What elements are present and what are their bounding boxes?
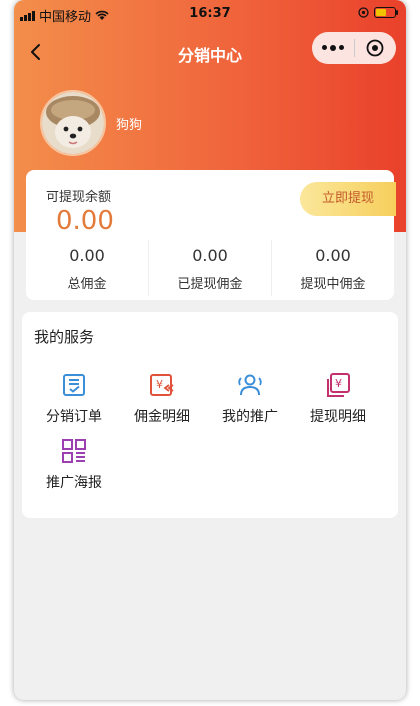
nav-bar: 分销中心 [14, 28, 406, 78]
target-close-icon [366, 39, 384, 57]
puppy-avatar-image [42, 92, 104, 154]
stat-value: 0.00 [192, 246, 228, 265]
balance-amount: 0.00 [56, 206, 114, 236]
services-grid: 分销订单 ¥ 佣金明细 我的推广 ¥ 提现明细 推广海报 [22, 368, 398, 500]
stat-value: 0.00 [69, 246, 105, 265]
withdraw-button[interactable]: 立即提现 [300, 182, 396, 216]
status-bar: 中国移动 16:37 [14, 0, 406, 26]
battery-icon [374, 7, 398, 18]
services-card: 我的服务 分销订单 ¥ 佣金明细 我的推广 ¥ 提现明细 推广海报 [22, 312, 398, 518]
phone-screen: 中国移动 16:37 分销中心 狗狗 可提现余额 0.00 立即提现 0.00 … [14, 0, 406, 700]
balance-card: 可提现余额 0.00 立即提现 0.00 总佣金 0.00 已提现佣金 0.00… [26, 170, 396, 300]
service-label: 佣金明细 [134, 409, 190, 425]
avatar[interactable] [40, 90, 106, 156]
svg-text:¥: ¥ [156, 378, 163, 391]
location-lock-icon [358, 7, 369, 18]
more-button[interactable] [312, 32, 354, 64]
balance-label: 可提现余额 [46, 190, 112, 205]
username: 狗狗 [116, 118, 143, 133]
withdraw-record-icon: ¥ [327, 373, 350, 397]
order-list-icon [63, 374, 85, 396]
stat-label: 总佣金 [67, 277, 107, 292]
users-icon [238, 374, 262, 396]
more-dots-icon [321, 45, 344, 51]
svg-text:¥: ¥ [335, 377, 342, 390]
service-withdrawal-details[interactable]: ¥ 提现明细 [294, 368, 382, 434]
stat-value: 0.00 [315, 246, 351, 265]
mini-program-capsule [312, 32, 396, 64]
service-promo-poster[interactable]: 推广海报 [30, 434, 118, 500]
commission-stats: 0.00 总佣金 0.00 已提现佣金 0.00 提现中佣金 [26, 240, 394, 296]
services-title: 我的服务 [34, 328, 95, 346]
service-distribution-orders[interactable]: 分销订单 [30, 368, 118, 434]
commission-icon: ¥ [150, 374, 174, 396]
service-my-promotion[interactable]: 我的推广 [206, 368, 294, 434]
stat-withdrawn-commission: 0.00 已提现佣金 [148, 240, 271, 296]
qr-poster-icon [62, 439, 86, 463]
service-commission-details[interactable]: ¥ 佣金明细 [118, 368, 206, 434]
clock: 16:37 [189, 6, 231, 21]
stat-total-commission: 0.00 总佣金 [26, 240, 148, 296]
service-label: 提现明细 [310, 409, 366, 425]
stat-label: 已提现佣金 [177, 277, 243, 292]
service-label: 推广海报 [46, 475, 102, 491]
stat-label: 提现中佣金 [300, 277, 366, 292]
close-mini-program-button[interactable] [354, 32, 396, 64]
service-label: 我的推广 [222, 409, 278, 425]
service-label: 分销订单 [46, 409, 102, 425]
stat-pending-commission: 0.00 提现中佣金 [271, 240, 394, 296]
